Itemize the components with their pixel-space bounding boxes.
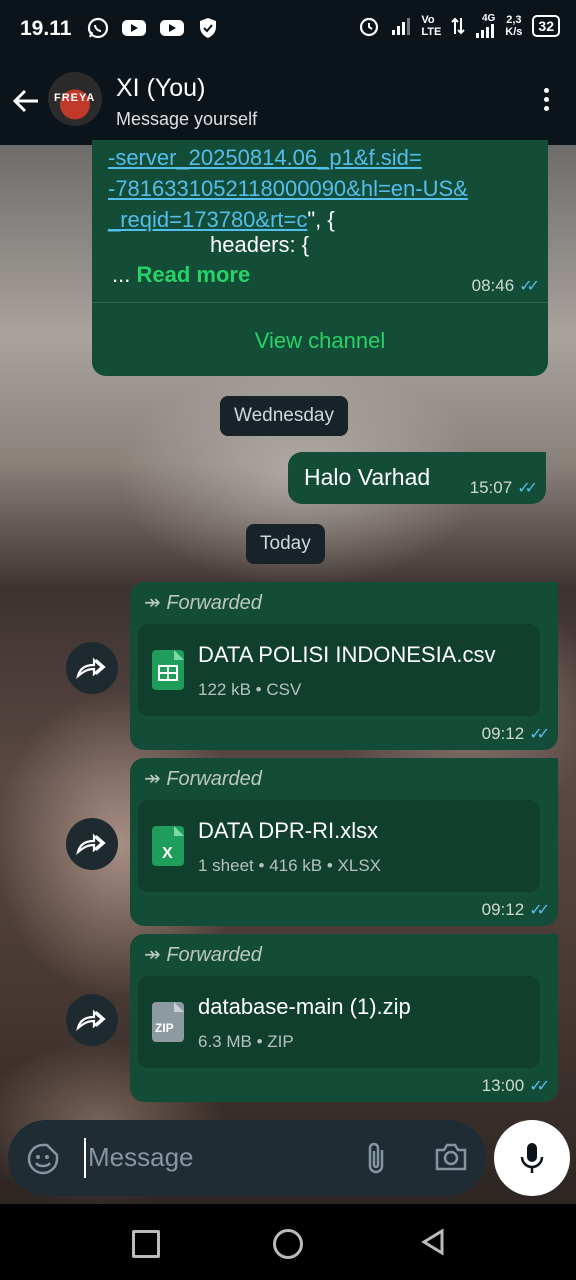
file-attachment-card[interactable]: X DATA DPR-RI.xlsx 1 sheet • 416 kB • XL… bbox=[138, 800, 540, 892]
home-button[interactable] bbox=[273, 1229, 303, 1259]
message-text: Halo Varhad bbox=[304, 464, 431, 490]
zip-file-icon: ZIP bbox=[152, 1002, 184, 1042]
channel-message-bubble[interactable]: -server_20250814.06_p1&f.sid= -781633105… bbox=[92, 140, 548, 376]
forwarded-file-bubble[interactable]: ↠ Forwarded ZIP database-main (1).zip 6.… bbox=[130, 934, 558, 1102]
attach-paperclip-icon[interactable] bbox=[364, 1140, 388, 1176]
sticker-emoji-icon[interactable] bbox=[26, 1142, 60, 1176]
system-navigation-bar bbox=[0, 1204, 576, 1280]
signal-icon bbox=[392, 18, 411, 35]
forwarded-label: ↠ Forwarded bbox=[144, 768, 262, 790]
alarm-icon bbox=[360, 17, 379, 37]
message-input[interactable]: Message bbox=[88, 1142, 194, 1173]
file-name: DATA DPR-RI.xlsx bbox=[198, 818, 379, 843]
voice-record-button[interactable] bbox=[494, 1120, 570, 1196]
file-meta: 1 sheet • 416 kB • XLSX bbox=[198, 856, 382, 875]
double-check-icon: ✓✓ bbox=[529, 726, 550, 743]
file-meta: 6.3 MB • ZIP bbox=[198, 1032, 294, 1051]
recents-button[interactable] bbox=[132, 1230, 160, 1258]
double-check-icon: ✓✓ bbox=[519, 278, 540, 295]
shield-icon bbox=[200, 18, 216, 38]
forward-share-button[interactable] bbox=[66, 818, 118, 870]
double-check-icon: ✓✓ bbox=[517, 480, 538, 497]
back-arrow-icon[interactable] bbox=[12, 88, 40, 114]
network-gen: 4G bbox=[475, 14, 495, 38]
forwarded-file-bubble[interactable]: ↠ Forwarded DATA POLISI INDONESIA.csv 12… bbox=[130, 582, 558, 750]
bubble-divider bbox=[92, 302, 548, 303]
file-name: DATA POLISI INDONESIA.csv bbox=[198, 642, 496, 667]
youtube-icon bbox=[122, 20, 146, 36]
read-more-link[interactable]: Read more bbox=[136, 262, 250, 287]
signal-icon bbox=[476, 24, 495, 38]
forward-share-button[interactable] bbox=[66, 994, 118, 1046]
more-options-icon[interactable] bbox=[544, 88, 550, 115]
status-bar: 19.11 Vo LTE 4G 2,3 K/s 32 bbox=[0, 0, 576, 58]
message-code-line: headers: { bbox=[210, 232, 310, 257]
chat-header: FREYA XI (You) Message yourself bbox=[0, 58, 576, 145]
battery-indicator: 32 bbox=[532, 15, 560, 37]
back-triangle-icon[interactable] bbox=[420, 1228, 446, 1256]
text-cursor bbox=[84, 1138, 86, 1178]
forwarded-label: ↠ Forwarded bbox=[144, 592, 262, 614]
forward-share-button[interactable] bbox=[66, 642, 118, 694]
avatar[interactable]: FREYA bbox=[48, 72, 102, 126]
date-chip-wednesday: Wednesday bbox=[220, 396, 348, 436]
message-timestamp: 13:00 ✓✓ bbox=[481, 1076, 550, 1095]
camera-icon[interactable] bbox=[434, 1142, 468, 1172]
data-arrows-icon bbox=[451, 17, 466, 35]
system-icons: Vo LTE 4G 2,3 K/s 32 bbox=[357, 14, 560, 38]
file-meta: 122 kB • CSV bbox=[198, 680, 302, 699]
forwarded-file-bubble[interactable]: ↠ Forwarded X DATA DPR-RI.xlsx 1 sheet •… bbox=[130, 758, 558, 926]
message-timestamp: 09:12 ✓✓ bbox=[481, 900, 550, 919]
volte-badge: Vo LTE bbox=[421, 14, 442, 38]
forward-arrow-icon bbox=[76, 657, 106, 680]
svg-text:ZIP: ZIP bbox=[155, 1021, 174, 1035]
notification-icons bbox=[86, 16, 220, 40]
spreadsheet-file-icon bbox=[152, 650, 184, 690]
outgoing-message-bubble[interactable]: Halo Varhad 15:07 ✓✓ bbox=[288, 452, 546, 504]
date-chip-today: Today bbox=[246, 524, 325, 564]
message-composer: Message bbox=[8, 1120, 486, 1196]
double-check-icon: ✓✓ bbox=[529, 1078, 550, 1095]
contact-name[interactable]: XI (You) bbox=[116, 74, 205, 103]
svg-text:X: X bbox=[162, 845, 173, 862]
message-timestamp: 08:46 ✓✓ bbox=[471, 276, 540, 295]
read-more-row: ... Read more bbox=[112, 262, 251, 287]
view-channel-button[interactable]: View channel bbox=[92, 328, 548, 354]
file-attachment-card[interactable]: DATA POLISI INDONESIA.csv 122 kB • CSV bbox=[138, 624, 540, 716]
file-name: database-main (1).zip bbox=[198, 994, 411, 1019]
message-link-text[interactable]: -server_20250814.06_p1&f.sid= -781633105… bbox=[108, 142, 468, 235]
microphone-icon bbox=[520, 1143, 544, 1173]
forwarded-label: ↠ Forwarded bbox=[144, 944, 262, 966]
double-check-icon: ✓✓ bbox=[529, 902, 550, 919]
message-timestamp: 15:07 ✓✓ bbox=[469, 478, 538, 497]
net-speed: 2,3 K/s bbox=[505, 14, 523, 38]
excel-file-icon: X bbox=[152, 826, 184, 866]
contact-subtitle: Message yourself bbox=[116, 109, 258, 129]
message-timestamp: 09:12 ✓✓ bbox=[481, 724, 550, 743]
forward-arrow-icon bbox=[76, 1009, 106, 1032]
status-time: 19.11 bbox=[20, 17, 72, 40]
whatsapp-icon bbox=[87, 17, 109, 39]
youtube-icon bbox=[160, 20, 184, 36]
forward-arrow-icon bbox=[76, 833, 106, 856]
file-attachment-card[interactable]: ZIP database-main (1).zip 6.3 MB • ZIP bbox=[138, 976, 540, 1068]
